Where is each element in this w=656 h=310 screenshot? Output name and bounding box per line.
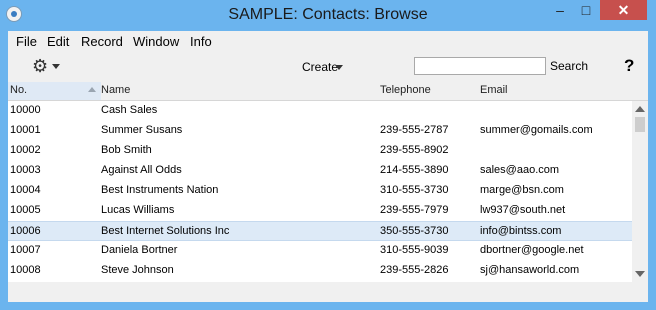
table-row[interactable]: 10004 Best Instruments Nation 310-555-37… bbox=[8, 181, 632, 201]
menu-file[interactable]: File bbox=[16, 34, 37, 49]
cell-email: summer@gomails.com bbox=[480, 124, 593, 136]
title-bar[interactable]: SAMPLE: Contacts: Browse – □ ✕ bbox=[0, 0, 656, 31]
scroll-thumb[interactable] bbox=[635, 117, 645, 132]
cell-email: sales@aao.com bbox=[480, 164, 560, 176]
menu-info[interactable]: Info bbox=[190, 34, 212, 49]
close-button[interactable]: ✕ bbox=[600, 0, 647, 20]
cell-name: Best Internet Solutions Inc bbox=[101, 225, 230, 237]
column-header: No. Name Telephone Email bbox=[8, 82, 648, 101]
toolbar: ⚙ Create Search ? bbox=[8, 51, 648, 82]
cell-telephone: 239-555-2826 bbox=[380, 264, 449, 276]
column-email[interactable]: Email bbox=[480, 84, 508, 96]
create-dropdown-icon[interactable] bbox=[335, 65, 343, 70]
gear-dropdown-icon[interactable] bbox=[52, 64, 60, 69]
cell-telephone: 310-555-3730 bbox=[380, 184, 449, 196]
app-window: SAMPLE: Contacts: Browse – □ ✕ File Edit… bbox=[0, 0, 656, 310]
table-row[interactable]: 10007 Daniela Bortner 310-555-9039 dbort… bbox=[8, 241, 632, 261]
cell-name: Daniela Bortner bbox=[101, 244, 178, 256]
column-telephone[interactable]: Telephone bbox=[380, 84, 431, 96]
cell-no: 10003 bbox=[10, 164, 41, 176]
table-row-selected[interactable]: 10006 Best Internet Solutions Inc 350-55… bbox=[8, 221, 632, 241]
cell-name: Steve Johnson bbox=[101, 264, 174, 276]
cell-no: 10007 bbox=[10, 244, 41, 256]
cell-no: 10008 bbox=[10, 264, 41, 276]
minimize-button[interactable]: – bbox=[547, 0, 573, 20]
client-area: File Edit Record Window Info ⚙ Create Se… bbox=[8, 31, 648, 302]
create-button[interactable]: Create bbox=[302, 60, 338, 74]
cell-no: 10002 bbox=[10, 144, 41, 156]
column-name[interactable]: Name bbox=[101, 84, 130, 96]
cell-name: Lucas Williams bbox=[101, 204, 175, 216]
contacts-list: 10000 Cash Sales 10001 Summer Susans 239… bbox=[8, 101, 632, 282]
cell-no: 10006 bbox=[10, 225, 41, 237]
status-bar bbox=[8, 282, 648, 302]
table-row[interactable]: 10003 Against All Odds 214-555-3890 sale… bbox=[8, 161, 632, 181]
column-no[interactable]: No. bbox=[10, 84, 27, 96]
sort-ascending-icon[interactable] bbox=[88, 87, 96, 92]
table-row[interactable]: 10000 Cash Sales bbox=[8, 101, 632, 121]
help-button[interactable]: ? bbox=[624, 56, 634, 76]
search-input[interactable] bbox=[414, 57, 546, 75]
cell-name: Best Instruments Nation bbox=[101, 184, 219, 196]
cell-no: 10004 bbox=[10, 184, 41, 196]
cell-name: Against All Odds bbox=[101, 164, 182, 176]
cell-telephone: 214-555-3890 bbox=[380, 164, 449, 176]
table-row[interactable]: 10001 Summer Susans 239-555-2787 summer@… bbox=[8, 121, 632, 141]
cell-email: sj@hansaworld.com bbox=[480, 264, 580, 276]
cell-no: 10001 bbox=[10, 124, 41, 136]
cell-email: dbortner@google.net bbox=[480, 244, 584, 256]
scroll-up-icon[interactable] bbox=[635, 106, 645, 112]
table-row[interactable]: 10005 Lucas Williams 239-555-7979 lw937@… bbox=[8, 201, 632, 221]
cell-email: info@bintss.com bbox=[480, 225, 562, 237]
cell-no: 10005 bbox=[10, 204, 41, 216]
cell-email: marge@bsn.com bbox=[480, 184, 564, 196]
table-row[interactable]: 10008 Steve Johnson 239-555-2826 sj@hans… bbox=[8, 261, 632, 281]
cell-telephone: 239-555-2787 bbox=[380, 124, 449, 136]
cell-email: lw937@south.net bbox=[480, 204, 566, 216]
cell-name: Summer Susans bbox=[101, 124, 183, 136]
table-row[interactable]: 10002 Bob Smith 239-555-8902 bbox=[8, 141, 632, 161]
cell-name: Cash Sales bbox=[101, 104, 158, 116]
gear-icon[interactable]: ⚙ bbox=[32, 57, 48, 75]
search-button[interactable]: Search bbox=[544, 59, 594, 75]
cell-telephone: 310-555-9039 bbox=[380, 244, 449, 256]
menu-edit[interactable]: Edit bbox=[47, 34, 69, 49]
cell-telephone: 350-555-3730 bbox=[380, 225, 449, 237]
menu-bar: File Edit Record Window Info bbox=[8, 31, 648, 51]
vertical-scrollbar[interactable] bbox=[632, 101, 648, 282]
cell-no: 10000 bbox=[10, 104, 41, 116]
maximize-button[interactable]: □ bbox=[573, 0, 599, 20]
cell-name: Bob Smith bbox=[101, 144, 152, 156]
menu-record[interactable]: Record bbox=[81, 34, 123, 49]
cell-telephone: 239-555-8902 bbox=[380, 144, 449, 156]
menu-window[interactable]: Window bbox=[133, 34, 179, 49]
cell-telephone: 239-555-7979 bbox=[380, 204, 449, 216]
scroll-down-icon[interactable] bbox=[635, 271, 645, 277]
